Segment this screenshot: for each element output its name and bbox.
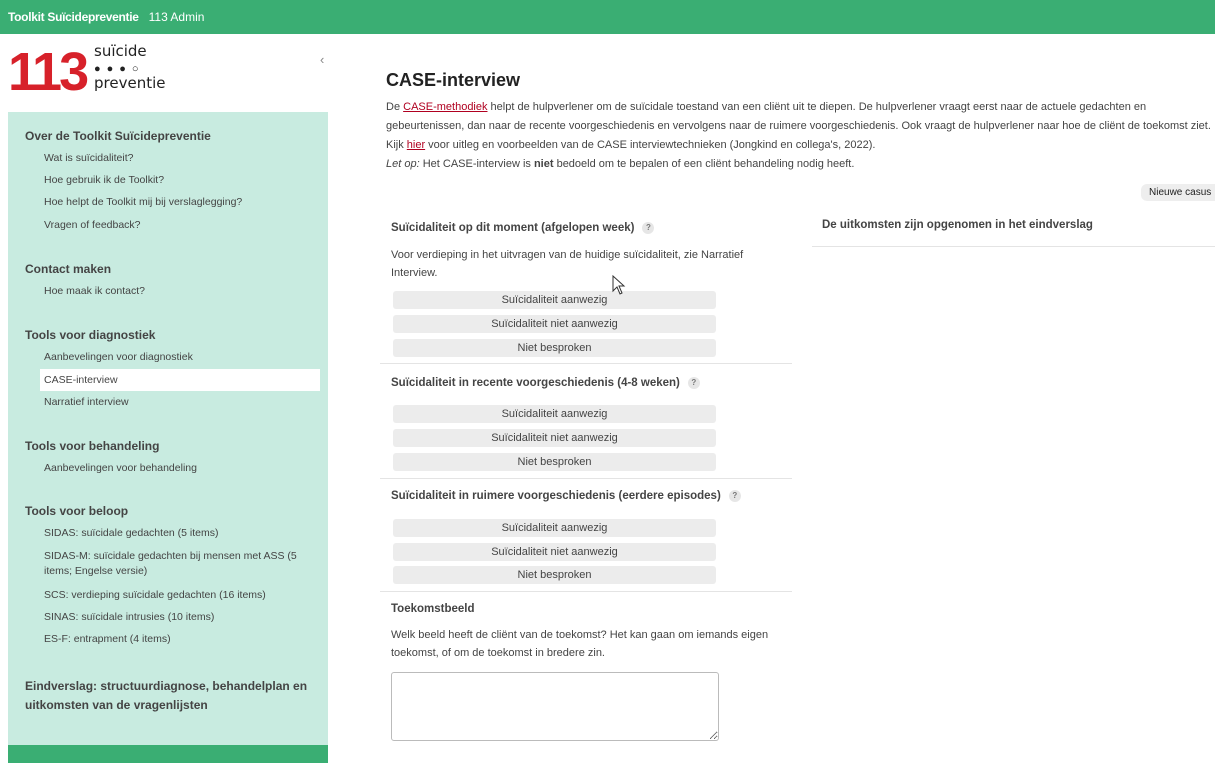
intro-text-1: De	[386, 101, 404, 113]
section-title-over[interactable]: Over de Toolkit Suïcidepreventie	[25, 129, 211, 143]
sidebar-item-wat-is[interactable]: Wat is suïcidaliteit?	[44, 151, 314, 166]
note-paragraph: Let op: Het CASE-interview is niet bedoe…	[386, 158, 854, 170]
q3-title-text: Suïcidaliteit in ruimere voorgeschiedeni…	[391, 490, 721, 503]
section-title-behandeling[interactable]: Tools voor behandeling	[25, 439, 159, 453]
logo-word-preventie: preventie	[94, 74, 166, 92]
q4-title: Toekomstbeeld	[391, 603, 475, 615]
sidebar-item-feedback[interactable]: Vragen of feedback?	[44, 218, 314, 233]
intro-paragraph: De CASE-methodiek helpt de hulpverlener …	[386, 98, 1215, 155]
admin-link[interactable]: 113 Admin	[149, 10, 205, 24]
q1-title: Suïcidaliteit op dit moment (afgelopen w…	[391, 222, 655, 235]
note-text-2: bedoeld om te bepalen of een cliënt beha…	[553, 158, 855, 170]
q2-option-aanwezig[interactable]: Suïcidaliteit aanwezig	[393, 405, 716, 423]
q1-option-aanwezig[interactable]: Suïcidaliteit aanwezig	[393, 291, 716, 309]
sidebar-item-contact[interactable]: Hoe maak ik contact?	[44, 284, 314, 299]
help-icon[interactable]: ?	[728, 490, 741, 502]
sidebar-item-case-interview[interactable]: CASE-interview	[44, 373, 314, 388]
help-icon[interactable]: ?	[642, 222, 655, 234]
sidebar-item-sinas[interactable]: SINAS: suïcidale intrusies (10 items)	[44, 610, 314, 625]
collapse-sidebar-icon[interactable]: ‹	[320, 52, 324, 67]
logo-number: 113	[8, 42, 89, 102]
q1-option-niet-aanwezig[interactable]: Suïcidaliteit niet aanwezig	[393, 315, 716, 333]
sidebar-item-verslaglegging[interactable]: Hoe helpt de Toolkit mij bij verslaglegg…	[44, 195, 314, 210]
brand-link[interactable]: Toolkit Suïcidepreventie	[8, 10, 139, 24]
help-icon[interactable]: ?	[687, 377, 700, 389]
top-bar: Toolkit Suïcidepreventie 113 Admin	[0, 0, 1215, 34]
sidebar-item-sidas[interactable]: SIDAS: suïcidale gedachten (5 items)	[44, 526, 314, 541]
outcome-divider	[812, 246, 1215, 247]
page-title: CASE-interview	[386, 70, 521, 90]
q1-option-niet-besproken[interactable]: Niet besproken	[393, 339, 716, 357]
sidebar-item-narratief[interactable]: Narratief interview	[44, 395, 314, 410]
logo-word-suicide: suïcide	[94, 42, 147, 60]
section-title-eindverslag[interactable]: Eindverslag: structuurdiagnose, behandel…	[25, 677, 310, 715]
q2-title-text: Suïcidaliteit in recente voorgeschiedeni…	[391, 377, 680, 390]
q4-description: Welk beeld heeft de cliënt van de toekom…	[391, 629, 769, 659]
divider	[380, 591, 792, 592]
sidebar-footer-bar	[8, 745, 328, 763]
mouse-cursor-icon	[612, 275, 626, 295]
divider	[380, 363, 792, 364]
note-label: Let op:	[386, 158, 420, 170]
section-title-beloop[interactable]: Tools voor beloop	[25, 504, 128, 518]
note-bold: niet	[533, 158, 554, 170]
new-case-button[interactable]: Nieuwe casus	[1141, 184, 1215, 201]
section-title-contact[interactable]: Contact maken	[25, 262, 111, 276]
divider	[380, 478, 792, 479]
section-title-diagnostiek[interactable]: Tools voor diagnostiek	[25, 328, 155, 342]
hier-link[interactable]: hier	[407, 139, 425, 151]
sidebar-item-sidas-m[interactable]: SIDAS-M: suïcidale gedachten bij mensen …	[44, 549, 314, 579]
sidebar-item-es-f[interactable]: ES-F: entrapment (4 items)	[44, 632, 314, 647]
case-methodiek-link[interactable]: CASE-methodiek	[403, 101, 487, 113]
outcome-text: De uitkomsten zijn opgenomen in het eind…	[822, 219, 1093, 231]
q1-description: Voor verdieping in het uitvragen van de …	[391, 249, 744, 279]
sidebar-item-scs[interactable]: SCS: verdieping suïcidale gedachten (16 …	[44, 588, 314, 603]
q2-option-niet-besproken[interactable]: Niet besproken	[393, 453, 716, 471]
q1-title-text: Suïcidaliteit op dit moment (afgelopen w…	[391, 222, 635, 235]
q3-option-niet-besproken[interactable]: Niet besproken	[393, 566, 716, 584]
q3-title: Suïcidaliteit in ruimere voorgeschiedeni…	[391, 490, 741, 502]
q2-title: Suïcidaliteit in recente voorgeschiedeni…	[391, 377, 700, 389]
q3-option-aanwezig[interactable]: Suïcidaliteit aanwezig	[393, 519, 716, 537]
intro-text-3: voor uitleg en voorbeelden van de CASE i…	[425, 139, 876, 151]
sidebar-item-aanbevelingen-diagnostiek[interactable]: Aanbevelingen voor diagnostiek	[44, 350, 314, 365]
q3-option-niet-aanwezig[interactable]: Suïcidaliteit niet aanwezig	[393, 543, 716, 561]
toekomstbeeld-input[interactable]	[391, 672, 719, 741]
logo[interactable]: 113 suïcide ●●●○ preventie	[8, 40, 328, 112]
note-text-1: Het CASE-interview is	[419, 158, 534, 170]
sidebar-item-hoe-gebruik[interactable]: Hoe gebruik ik de Toolkit?	[44, 173, 314, 188]
sidebar-item-aanbevelingen-behandeling[interactable]: Aanbevelingen voor behandeling	[44, 461, 314, 476]
sidebar: 113 suïcide ●●●○ preventie Over de Toolk…	[8, 40, 328, 763]
q2-option-niet-aanwezig[interactable]: Suïcidaliteit niet aanwezig	[393, 429, 716, 447]
